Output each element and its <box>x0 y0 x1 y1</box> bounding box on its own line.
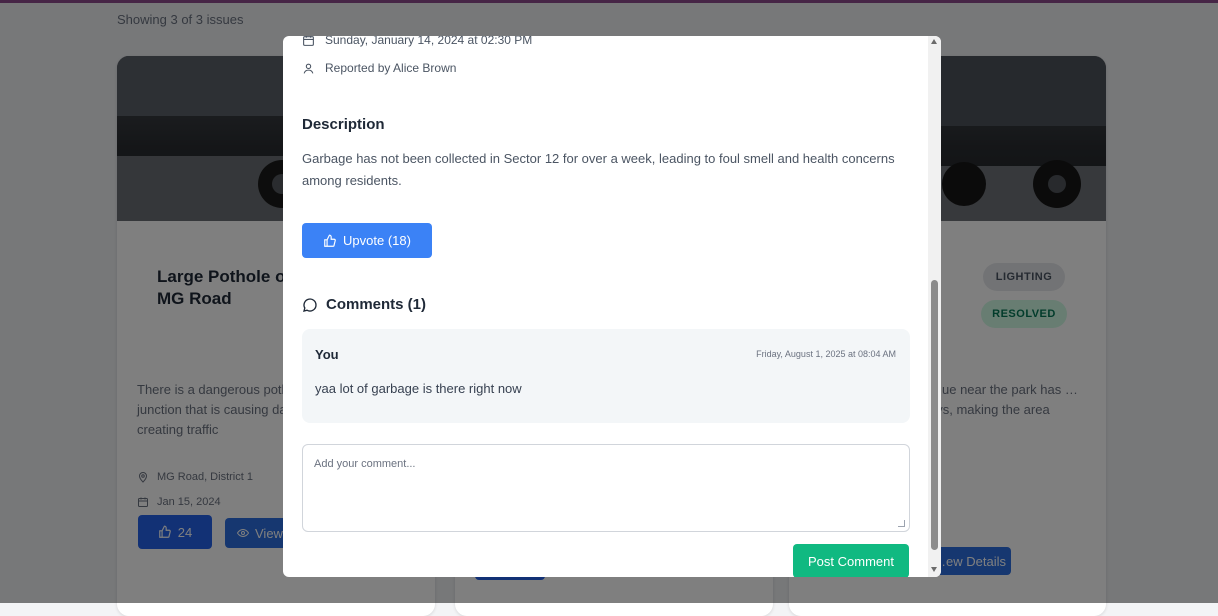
scroll-thumb[interactable] <box>931 280 938 550</box>
issue-detail-modal: Sunday, January 14, 2024 at 02:30 PM Rep… <box>283 36 941 577</box>
thumbs-up-icon <box>323 234 337 248</box>
resize-handle-icon[interactable] <box>898 520 905 527</box>
scroll-down-arrow-icon[interactable] <box>931 567 937 572</box>
modal-datetime: Sunday, January 14, 2024 at 02:30 PM <box>302 36 532 47</box>
user-icon <box>302 62 315 75</box>
comments-heading-text: Comments (1) <box>326 296 427 313</box>
description-heading: Description <box>302 116 385 133</box>
comment-date: Friday, August 1, 2025 at 08:04 AM <box>756 349 896 359</box>
modal-scrollbar[interactable] <box>928 36 941 577</box>
description-text: Garbage has not been collected in Sector… <box>302 151 895 188</box>
comment-author: You <box>315 347 339 362</box>
upvote-button[interactable]: Upvote (18) <box>302 223 432 258</box>
message-circle-icon <box>302 297 318 313</box>
comment-input[interactable]: Add your comment... <box>302 444 910 532</box>
post-comment-button[interactable]: Post Comment <box>793 544 909 577</box>
comments-heading: Comments (1) <box>302 296 426 313</box>
datetime-text: Sunday, January 14, 2024 at 02:30 PM <box>325 36 533 47</box>
modal-content: Sunday, January 14, 2024 at 02:30 PM Rep… <box>283 36 928 577</box>
calendar-icon <box>302 36 315 47</box>
modal-reporter: Reported by Alice Brown <box>302 61 456 75</box>
scroll-up-arrow-icon[interactable] <box>931 39 937 44</box>
reporter-text: Reported by Alice Brown <box>325 61 457 75</box>
upvote-label: Upvote (18) <box>343 233 411 248</box>
comment-item: You Friday, August 1, 2025 at 08:04 AM y… <box>302 329 910 423</box>
comment-text: yaa lot of garbage is there right now <box>315 381 522 396</box>
comment-placeholder: Add your comment... <box>314 458 416 470</box>
